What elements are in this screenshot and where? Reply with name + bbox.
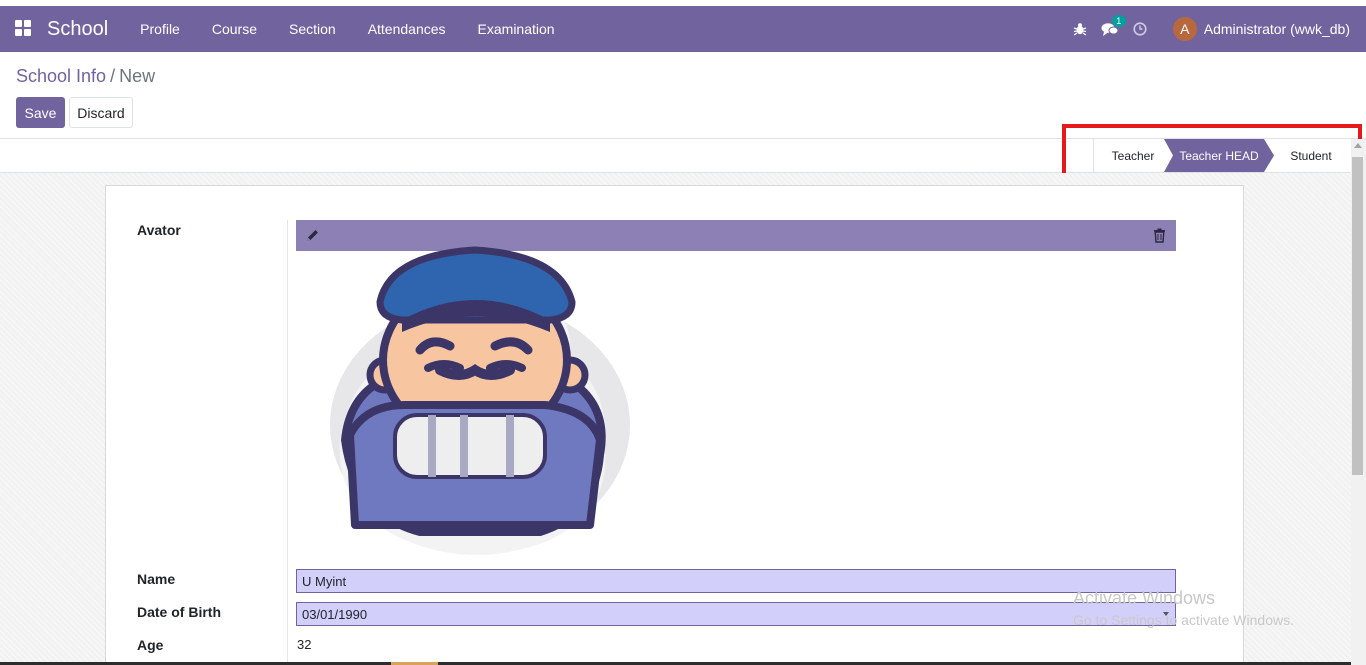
form-divider bbox=[287, 220, 288, 665]
breadcrumb-parent[interactable]: School Info bbox=[16, 66, 106, 86]
messages-badge: 1 bbox=[1111, 15, 1126, 27]
control-panel: School Info / New Save Discard bbox=[0, 52, 1366, 139]
menu-item-course[interactable]: Course bbox=[196, 6, 273, 52]
avatar-label: Avator bbox=[137, 222, 181, 238]
user-menu[interactable]: A Administrator (wwk_db) bbox=[1172, 17, 1350, 41]
bug-icon[interactable] bbox=[1065, 6, 1095, 52]
status-steps: Teacher Teacher HEAD Student bbox=[1093, 139, 1348, 172]
menu-item-attendances[interactable]: Attendances bbox=[352, 6, 462, 52]
status-step-student[interactable]: Student bbox=[1274, 139, 1348, 172]
menu-item-section[interactable]: Section bbox=[273, 6, 352, 52]
breadcrumb: School Info / New bbox=[16, 66, 155, 87]
avatar: A bbox=[1172, 17, 1197, 41]
clock-icon[interactable] bbox=[1125, 6, 1155, 52]
name-field[interactable] bbox=[296, 569, 1176, 593]
systray: 1 A Administrator (wwk_db) bbox=[1065, 6, 1366, 52]
windows-watermark-subtitle: Go to Settings to activate Windows. bbox=[1073, 612, 1294, 628]
avatar-image bbox=[330, 246, 630, 555]
name-label: Name bbox=[137, 571, 176, 587]
scrollbar-thumb[interactable] bbox=[1352, 157, 1363, 475]
app-brand[interactable]: School bbox=[47, 18, 108, 41]
status-step-teacher[interactable]: Teacher bbox=[1093, 139, 1164, 172]
age-value: 32 bbox=[297, 637, 312, 652]
breadcrumb-separator: / bbox=[110, 66, 116, 86]
top-navbar: School Profile Course Section Attendance… bbox=[0, 6, 1366, 52]
menu-item-profile[interactable]: Profile bbox=[124, 6, 196, 52]
main-menu: Profile Course Section Attendances Exami… bbox=[124, 6, 570, 52]
apps-icon[interactable] bbox=[15, 20, 33, 38]
status-step-teacher-head[interactable]: Teacher HEAD bbox=[1164, 139, 1274, 172]
menu-item-examination[interactable]: Examination bbox=[462, 6, 571, 52]
discard-button[interactable]: Discard bbox=[69, 97, 133, 128]
breadcrumb-current: New bbox=[119, 66, 156, 86]
date-of-birth-field[interactable] bbox=[296, 602, 1176, 626]
age-label: Age bbox=[137, 637, 164, 653]
trash-icon[interactable] bbox=[1153, 228, 1166, 248]
scroll-up-arrow-icon[interactable] bbox=[1354, 143, 1362, 148]
user-name: Administrator (wwk_db) bbox=[1203, 21, 1350, 37]
save-button[interactable]: Save bbox=[16, 97, 65, 128]
status-bar: Teacher Teacher HEAD Student bbox=[0, 139, 1351, 173]
windows-watermark-title: Activate Windows bbox=[1073, 588, 1216, 608]
chat-icon[interactable]: 1 bbox=[1095, 6, 1126, 52]
dob-label: Date of Birth bbox=[137, 604, 221, 620]
